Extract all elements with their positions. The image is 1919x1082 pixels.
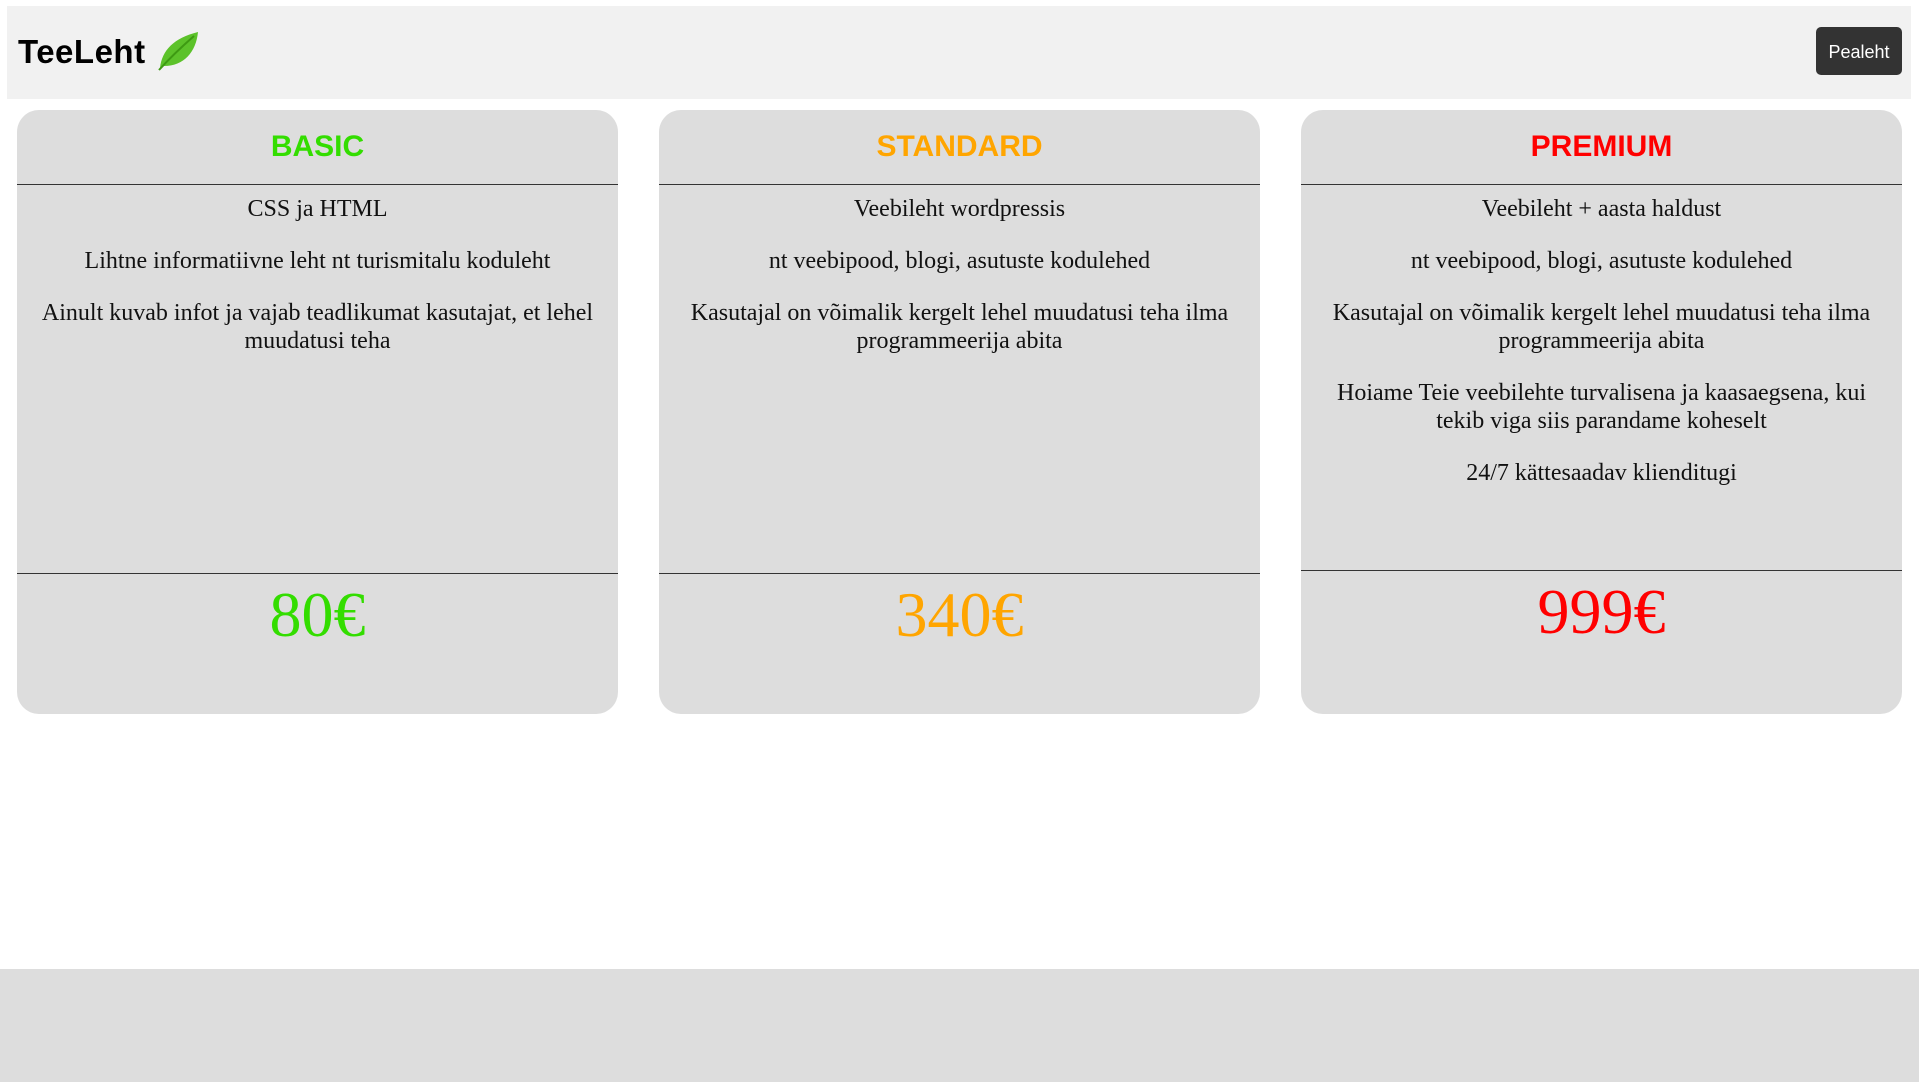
home-button[interactable]: Pealeht xyxy=(1816,27,1902,75)
plan-feature: Lihtne informatiivne leht nt turismitalu… xyxy=(84,248,551,274)
plan-feature: CSS ja HTML xyxy=(247,196,388,222)
plan-feature: nt veebipood, blogi, asutuste kodulehed xyxy=(1410,248,1793,274)
plan-title: STANDARD xyxy=(659,110,1260,185)
plan-feature: Veebileht wordpressis xyxy=(853,196,1066,222)
plan-feature: Kasutajal on võimalik kergelt lehel muud… xyxy=(1332,300,1871,354)
plan-card-standard: STANDARD Veebileht wordpressis nt veebip… xyxy=(659,110,1260,714)
plan-card-basic: BASIC CSS ja HTML Lihtne informatiivne l… xyxy=(17,110,618,714)
site-header: TeeLeht Pealeht xyxy=(7,6,1911,99)
price-divider xyxy=(659,573,1260,574)
plan-price: 80€ xyxy=(269,579,366,650)
plan-title: BASIC xyxy=(17,110,618,185)
plan-features: Veebileht wordpressis nt veebipood, blog… xyxy=(659,195,1260,379)
brand-name: TeeLeht xyxy=(18,33,146,70)
plan-feature: Kasutajal on võimalik kergelt lehel muud… xyxy=(690,300,1229,354)
plan-feature: nt veebipood, blogi, asutuste kodulehed xyxy=(768,248,1151,274)
leaf-icon xyxy=(157,32,198,71)
plan-feature: 24/7 kättesaadav klienditugi xyxy=(1466,460,1737,486)
plan-features: CSS ja HTML Lihtne informatiivne leht nt… xyxy=(17,195,618,379)
plan-feature: Hoiame Teie veebilehte turvalisena ja ka… xyxy=(1337,380,1866,434)
price-divider xyxy=(17,573,618,574)
site-footer xyxy=(0,969,1919,1082)
plan-price: 340€ xyxy=(895,579,1024,650)
plan-feature: Ainult kuvab infot ja vajab teadlikumat … xyxy=(41,300,594,354)
plan-features: Veebileht + aasta haldust nt veebipood, … xyxy=(1301,195,1902,511)
price-divider xyxy=(1301,570,1902,571)
plan-feature: Veebileht + aasta haldust xyxy=(1481,196,1722,222)
plan-card-premium: PREMIUM Veebileht + aasta haldust nt vee… xyxy=(1301,110,1902,714)
plan-price: 999€ xyxy=(1537,576,1666,647)
plan-title: PREMIUM xyxy=(1301,110,1902,185)
brand-logo[interactable]: TeeLeht xyxy=(18,32,202,72)
